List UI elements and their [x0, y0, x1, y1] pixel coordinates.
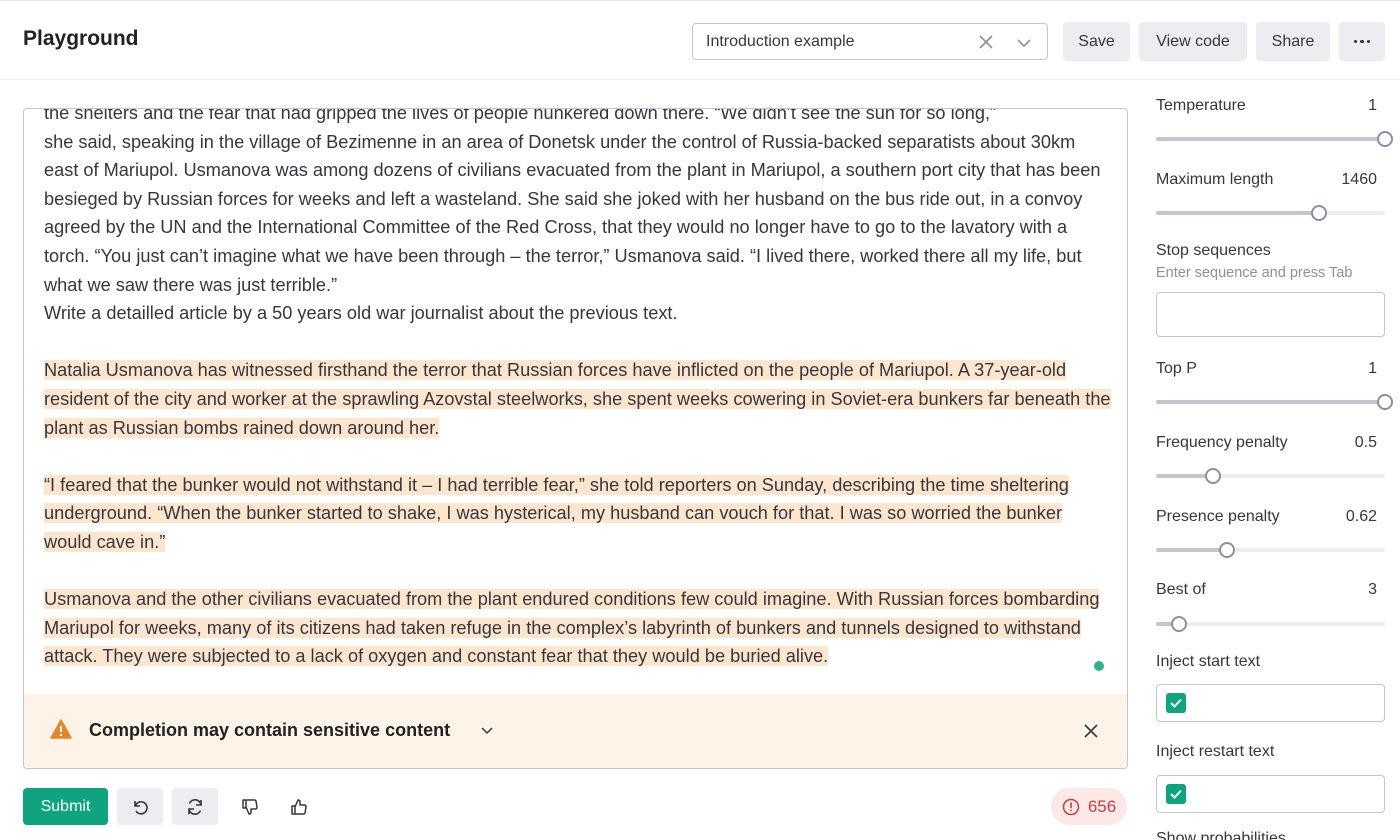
- share-button[interactable]: Share: [1256, 22, 1330, 61]
- inject-start-checkbox[interactable]: [1166, 693, 1186, 713]
- inject-start-field[interactable]: [1156, 684, 1385, 722]
- top-p-slider[interactable]: [1156, 394, 1393, 410]
- save-button[interactable]: Save: [1063, 22, 1130, 61]
- prompt-editor[interactable]: the shelters and the fear that had gripp…: [23, 108, 1128, 769]
- stop-sequences-hint: Enter sequence and press Tab: [1156, 265, 1353, 281]
- more-options-button[interactable]: [1339, 22, 1385, 61]
- preset-select-value: Introduction example: [706, 33, 855, 50]
- max-length-label: Maximum length: [1156, 171, 1274, 188]
- inject-restart-label: Inject restart text: [1156, 743, 1275, 760]
- chevron-down-icon[interactable]: [479, 723, 495, 739]
- max-length-value[interactable]: 1460: [1341, 171, 1377, 189]
- thumbs-up-button[interactable]: [276, 788, 322, 825]
- checkmark-icon: [1170, 789, 1182, 799]
- max-length-slider[interactable]: [1156, 205, 1385, 221]
- frequency-penalty-value[interactable]: 0.5: [1355, 434, 1377, 452]
- warning-icon: [50, 719, 72, 739]
- temperature-label: Temperature: [1156, 97, 1246, 114]
- inject-restart-checkbox[interactable]: [1166, 784, 1186, 804]
- token-count-badge: 656: [1051, 788, 1127, 825]
- completion-paragraph: “I feared that the bunker would not with…: [44, 474, 1069, 552]
- editor-text[interactable]: the shelters and the fear that had gripp…: [44, 108, 1112, 671]
- stop-sequences-label: Stop sequences: [1156, 242, 1271, 259]
- slider-handle[interactable]: [1377, 394, 1393, 410]
- prompt-instruction: Write a detailled article by a 50 years …: [44, 303, 678, 324]
- clear-icon[interactable]: [977, 33, 995, 51]
- thumbs-up-icon: [291, 798, 307, 815]
- temperature-slider[interactable]: [1156, 131, 1393, 147]
- top-p-label: Top P: [1156, 360, 1197, 377]
- submit-button[interactable]: Submit: [23, 788, 108, 825]
- frequency-penalty-slider[interactable]: [1156, 468, 1385, 484]
- best-of-label: Best of: [1156, 581, 1206, 598]
- sensitive-content-warning: Completion may contain sensitive content: [24, 694, 1127, 768]
- refresh-icon: [188, 798, 202, 815]
- show-probabilities-label: Show probabilities: [1156, 830, 1286, 840]
- slider-handle[interactable]: [1310, 205, 1327, 221]
- text-cursor: [1094, 661, 1104, 671]
- warning-text: Completion may contain sensitive content: [89, 720, 451, 740]
- undo-button[interactable]: [117, 788, 163, 825]
- slider-handle[interactable]: [1218, 542, 1235, 558]
- thumbs-down-icon: [242, 798, 258, 815]
- slider-handle[interactable]: [1205, 468, 1222, 484]
- slider-handle[interactable]: [1170, 616, 1187, 632]
- inject-start-label: Inject start text: [1156, 653, 1261, 670]
- preset-select[interactable]: Introduction example: [692, 23, 1048, 60]
- close-icon[interactable]: [1082, 722, 1100, 740]
- temperature-value[interactable]: 1: [1368, 97, 1377, 115]
- page-title: Playground: [23, 27, 139, 50]
- slider-handle[interactable]: [1377, 131, 1393, 147]
- completion-paragraph: Usmanova and the other civilians evacuat…: [44, 589, 1100, 667]
- inject-restart-field[interactable]: [1156, 775, 1385, 813]
- more-icon: [1353, 39, 1371, 44]
- token-count: 656: [1087, 796, 1117, 816]
- undo-icon: [134, 800, 148, 815]
- presence-penalty-slider[interactable]: [1156, 542, 1385, 558]
- presence-penalty-value[interactable]: 0.62: [1346, 508, 1377, 526]
- top-bar: Playground Introduction example Save Vie…: [0, 0, 1400, 80]
- prompt-text: she said, speaking in the village of Bez…: [44, 131, 1101, 295]
- presence-penalty-label: Presence penalty: [1156, 508, 1280, 525]
- best-of-value[interactable]: 3: [1368, 581, 1377, 599]
- chevron-down-icon[interactable]: [1015, 34, 1033, 52]
- best-of-slider[interactable]: [1156, 616, 1385, 632]
- prompt-text: the shelters and the fear that had gripp…: [44, 108, 997, 123]
- thumbs-down-button[interactable]: [227, 788, 273, 825]
- top-p-value[interactable]: 1: [1368, 360, 1377, 378]
- completion-paragraph: Natalia Usmanova has witnessed firsthand…: [44, 360, 1111, 438]
- regenerate-button[interactable]: [172, 788, 218, 825]
- checkmark-icon: [1170, 698, 1182, 708]
- alert-circle-icon: [1062, 798, 1080, 815]
- frequency-penalty-label: Frequency penalty: [1156, 434, 1288, 451]
- stop-sequences-input[interactable]: [1156, 292, 1385, 337]
- view-code-button[interactable]: View code: [1139, 22, 1247, 61]
